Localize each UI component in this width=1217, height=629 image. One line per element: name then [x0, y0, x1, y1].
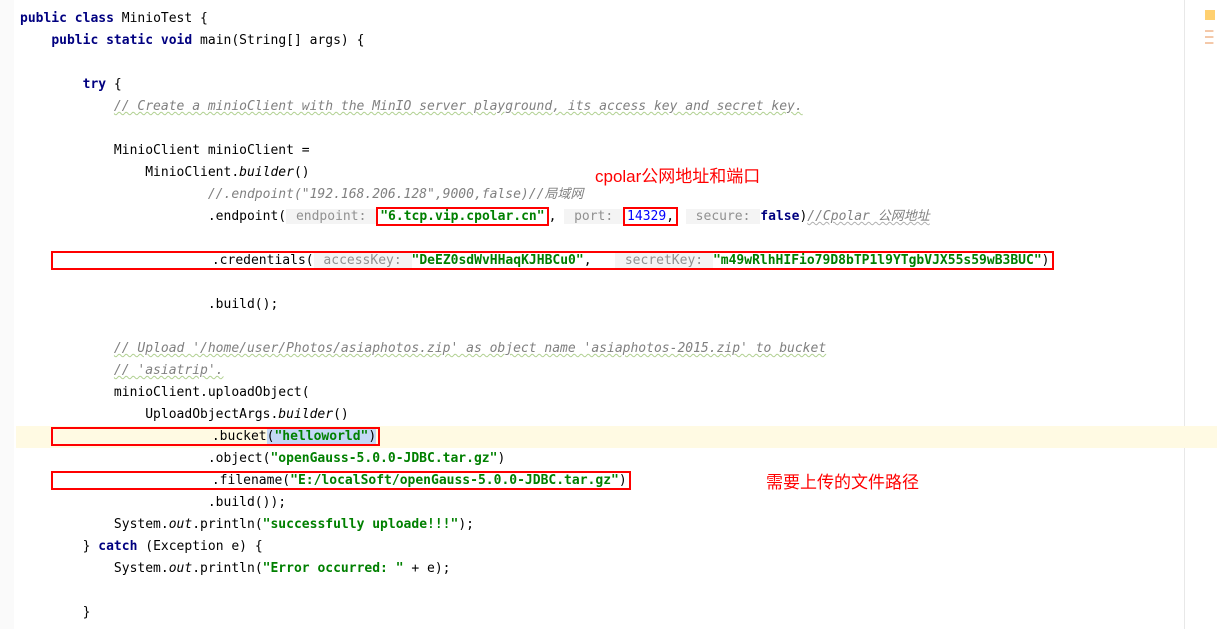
param-hint: port: [564, 209, 623, 224]
highlight-box: .credentials( accessKey: "DeEZ0sdWvHHaqK… [51, 251, 1053, 270]
param-hint: secretKey: [615, 253, 713, 268]
code-line: // Upload '/home/user/Photos/asiaphotos.… [16, 338, 1217, 360]
code-line: public static void main(String[] args) { [16, 30, 1217, 52]
highlight-box: 14329, [623, 207, 678, 226]
code-line: } [16, 602, 1217, 624]
code-editor[interactable]: public class MinioTest { public static v… [0, 0, 1217, 624]
code-line: // Create a minioClient with the MinIO s… [16, 96, 1217, 118]
code-line [16, 580, 1217, 602]
code-line: minioClient.uploadObject( [16, 382, 1217, 404]
param-hint: accessKey: [314, 253, 412, 268]
code-line: .build(); [16, 294, 1217, 316]
annotation-text: cpolar公网地址和端口 [595, 166, 760, 188]
code-line: .filename("E:/localSoft/openGauss-5.0.0-… [16, 470, 1217, 492]
highlight-box: .bucket("helloworld") [51, 427, 380, 446]
code-line: System.out.println("successfully uploade… [16, 514, 1217, 536]
code-line: public class MinioTest { [16, 8, 1217, 30]
code-line [16, 118, 1217, 140]
code-line: .credentials( accessKey: "DeEZ0sdWvHHaqK… [16, 250, 1217, 272]
code-line [16, 228, 1217, 250]
code-line: // 'asiatrip'. [16, 360, 1217, 382]
code-line: System.out.println("Error occurred: " + … [16, 558, 1217, 580]
code-line [16, 272, 1217, 294]
annotation-text: 需要上传的文件路径 [766, 472, 919, 494]
highlight-box: "6.tcp.vip.cpolar.cn" [376, 207, 548, 226]
code-line: try { [16, 74, 1217, 96]
code-line-current: .bucket("helloworld") [16, 426, 1217, 448]
code-line: MinioClient minioClient = [16, 140, 1217, 162]
param-hint: secure: [686, 209, 760, 224]
code-line [16, 316, 1217, 338]
highlight-box: .filename("E:/localSoft/openGauss-5.0.0-… [51, 471, 630, 490]
param-hint: endpoint: [286, 209, 376, 224]
code-line: .build()); [16, 492, 1217, 514]
code-line: UploadObjectArgs.builder() [16, 404, 1217, 426]
code-line: } catch (Exception e) { [16, 536, 1217, 558]
code-line: .object("openGauss-5.0.0-JDBC.tar.gz") [16, 448, 1217, 470]
code-line: .endpoint( endpoint: "6.tcp.vip.cpolar.c… [16, 206, 1217, 228]
code-line [16, 52, 1217, 74]
